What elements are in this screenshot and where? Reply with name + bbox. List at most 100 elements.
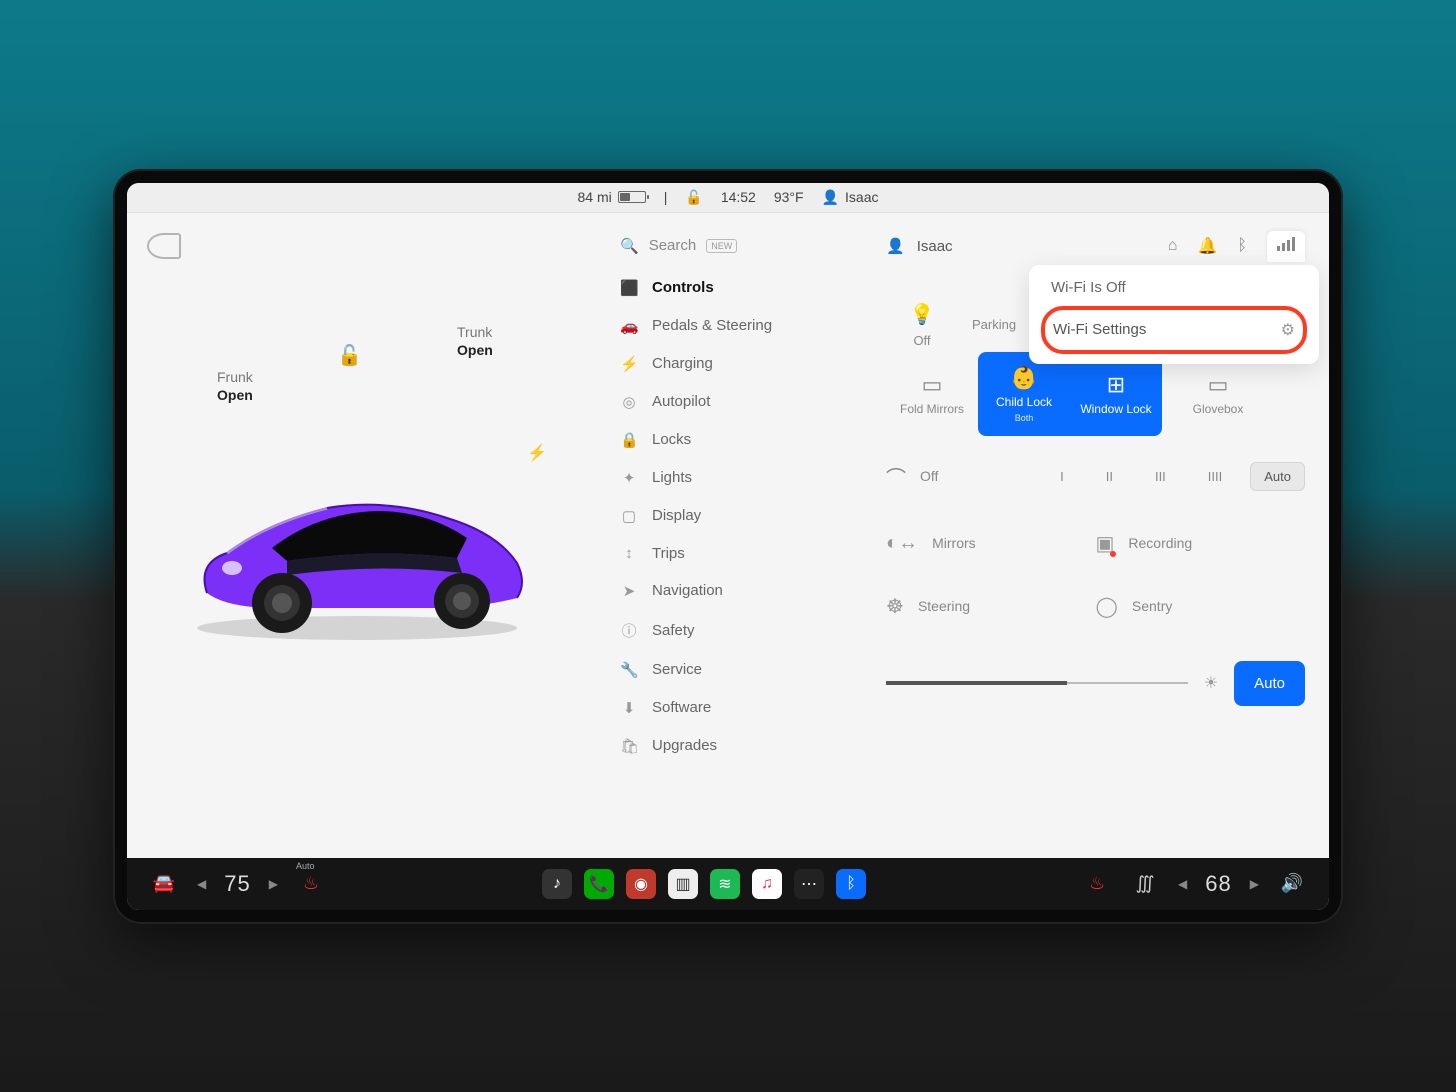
volume-icon[interactable]: 🔊 — [1277, 873, 1307, 894]
menu-icon: ⬇ — [620, 699, 638, 717]
notifications-icon[interactable]: 🔔 — [1197, 236, 1217, 256]
menu-item-locks[interactable]: 🔒 Locks — [602, 421, 862, 459]
driver-profile[interactable]: Isaac — [917, 238, 953, 255]
menu-icon: 🚗 — [620, 317, 638, 335]
menu-item-safety[interactable]: ⓘSafety — [602, 610, 862, 651]
frunk-control[interactable]: Frunk Open — [217, 368, 253, 404]
defrost-rear-icon[interactable]: ∭ — [1130, 873, 1160, 894]
menu-item-lights[interactable]: ✦ Lights — [602, 459, 862, 497]
app-launcher[interactable]: ⋯ — [794, 869, 824, 899]
menu-label: Locks — [652, 431, 691, 448]
search-button[interactable]: 🔍 Search NEW — [602, 231, 862, 269]
glovebox-button[interactable]: ▭ Glovebox — [1172, 352, 1264, 436]
brightness-auto-button[interactable]: Auto — [1234, 661, 1305, 706]
clock[interactable]: 14:52 — [721, 189, 756, 205]
wiper-level-2[interactable]: II — [1092, 462, 1127, 491]
menu-item-charging[interactable]: ⚡Charging — [602, 345, 862, 383]
signal-icon — [1277, 237, 1295, 251]
mirrors-adjust[interactable]: ◐↔ Mirrors — [886, 531, 1096, 556]
screen: 84 mi | 🔓 14:52 93°F 👤 Isaac Frunk Open — [127, 183, 1329, 910]
wiper-off[interactable]: Off — [920, 468, 938, 484]
app-camera[interactable]: ◉ — [626, 869, 656, 899]
wiper-level-4[interactable]: IIII — [1194, 462, 1236, 491]
wiper-level-1[interactable]: I — [1046, 462, 1078, 491]
outside-temp[interactable]: 93°F — [774, 189, 804, 205]
menu-label: Upgrades — [652, 737, 717, 754]
search-icon: 🔍 — [620, 237, 639, 255]
car-controls-icon[interactable]: 🚘 — [149, 873, 179, 894]
temp-up-left[interactable]: ▶ — [269, 877, 278, 891]
light-bulb-icon: 💡 — [910, 302, 935, 327]
menu-label: Service — [652, 661, 702, 678]
app-phone[interactable]: 📞 — [584, 869, 614, 899]
bottom-dock: 🚘 ◀ 75 ▶ Auto ♨ ♪ 📞 ◉ ▥ ≋ ♫ ⋯ ᛒ ♨ ∭ ◀ 68 — [127, 858, 1329, 910]
status-bar: 84 mi | 🔓 14:52 93°F 👤 Isaac — [127, 183, 1329, 213]
menu-item-upgrades[interactable]: 🛍 Upgrades — [602, 727, 862, 765]
temp-down-left[interactable]: ◀ — [197, 877, 206, 891]
menu-item-controls[interactable]: ⬛Controls — [602, 269, 862, 307]
range-indicator[interactable]: 84 mi — [578, 189, 646, 205]
lights-quick[interactable]: 💡 Off — [886, 302, 958, 348]
app-media[interactable]: ♪ — [542, 869, 572, 899]
sentry-mode[interactable]: ◯ Sentry — [1096, 594, 1306, 619]
frunk-action: Open — [217, 386, 253, 404]
camera-icon: ▣ — [1096, 531, 1115, 556]
menu-item-software[interactable]: ⬇Software — [602, 689, 862, 727]
wifi-settings-label: Wi-Fi Settings — [1053, 321, 1146, 338]
menu-label: Charging — [652, 355, 713, 372]
lock-status-icon[interactable]: 🔓 — [685, 189, 702, 206]
menu-label: Lights — [652, 469, 692, 486]
search-label: Search — [649, 237, 697, 254]
trunk-label: Trunk — [457, 324, 492, 340]
child-lock-button[interactable]: 👶 Child Lock Both — [978, 352, 1070, 436]
app-apple-music[interactable]: ♫ — [752, 869, 782, 899]
menu-label: Trips — [652, 545, 685, 562]
app-bluetooth[interactable]: ᛒ — [836, 869, 866, 899]
homelink-icon[interactable]: ⌂ — [1168, 237, 1178, 255]
wiper-auto[interactable]: Auto — [1250, 462, 1305, 491]
new-badge: NEW — [706, 239, 737, 253]
temp-down-right[interactable]: ◀ — [1178, 877, 1187, 891]
menu-icon: 🔧 — [620, 661, 638, 679]
controls-pane: 👤 Isaac ⌂ 🔔 ᛒ — [862, 213, 1329, 858]
menu-item-display[interactable]: ▢Display — [602, 497, 862, 535]
app-spotify[interactable]: ≋ — [710, 869, 740, 899]
driver-temp[interactable]: 75 — [224, 871, 250, 897]
menu-item-trips[interactable]: ↕Trips — [602, 535, 862, 572]
menu-item-service[interactable]: 🔧 Service — [602, 651, 862, 689]
unlock-icon[interactable]: 🔓 — [337, 343, 362, 368]
connectivity-tab[interactable] — [1267, 231, 1305, 262]
menu-icon: ✦ — [620, 469, 638, 487]
menu-item-autopilot[interactable]: ◎Autopilot — [602, 383, 862, 421]
menu-label: Controls — [652, 279, 714, 296]
menu-label: Display — [652, 507, 701, 524]
menu-item-pedals-steering[interactable]: 🚗Pedals & Steering — [602, 307, 862, 345]
frunk-label: Frunk — [217, 369, 253, 385]
brightness-slider[interactable] — [886, 682, 1188, 684]
wiper-icon[interactable]: ⌒ — [886, 462, 906, 491]
menu-icon: ◎ — [620, 393, 638, 411]
menu-icon: 🔒 — [620, 431, 638, 449]
dashcam-recording[interactable]: ▣ Recording — [1096, 531, 1306, 556]
menu-icon: ⓘ — [620, 620, 638, 641]
seat-heater-left-icon[interactable]: ♨ — [296, 873, 326, 894]
wifi-settings-button[interactable]: Wi-Fi Settings ⚙ — [1041, 306, 1307, 354]
window-lock-button[interactable]: ⊞ Window Lock — [1070, 352, 1162, 436]
profile-chip[interactable]: 👤 Isaac — [822, 189, 879, 206]
bluetooth-icon[interactable]: ᛒ — [1237, 237, 1247, 255]
menu-item-navigation[interactable]: ➤Navigation — [602, 572, 862, 610]
passenger-temp[interactable]: 68 — [1205, 871, 1231, 897]
glovebox-icon: ▭ — [1208, 372, 1229, 398]
seat-heater-right-icon[interactable]: ♨ — [1082, 873, 1112, 894]
trunk-control[interactable]: Trunk Open — [457, 323, 493, 359]
headlights-button[interactable] — [147, 233, 181, 259]
fold-mirrors-button[interactable]: ▭ Fold Mirrors — [886, 352, 978, 436]
menu-icon: 🛍 — [620, 737, 638, 755]
brightness-icon: ☀ — [1204, 673, 1218, 693]
trunk-action: Open — [457, 341, 493, 359]
temp-up-right[interactable]: ▶ — [1250, 877, 1259, 891]
steering-adjust[interactable]: ☸ Steering — [886, 594, 1096, 619]
charge-port-icon[interactable]: ⚡ — [527, 443, 547, 463]
app-calendar[interactable]: ▥ — [668, 869, 698, 899]
wiper-level-3[interactable]: III — [1141, 462, 1180, 491]
